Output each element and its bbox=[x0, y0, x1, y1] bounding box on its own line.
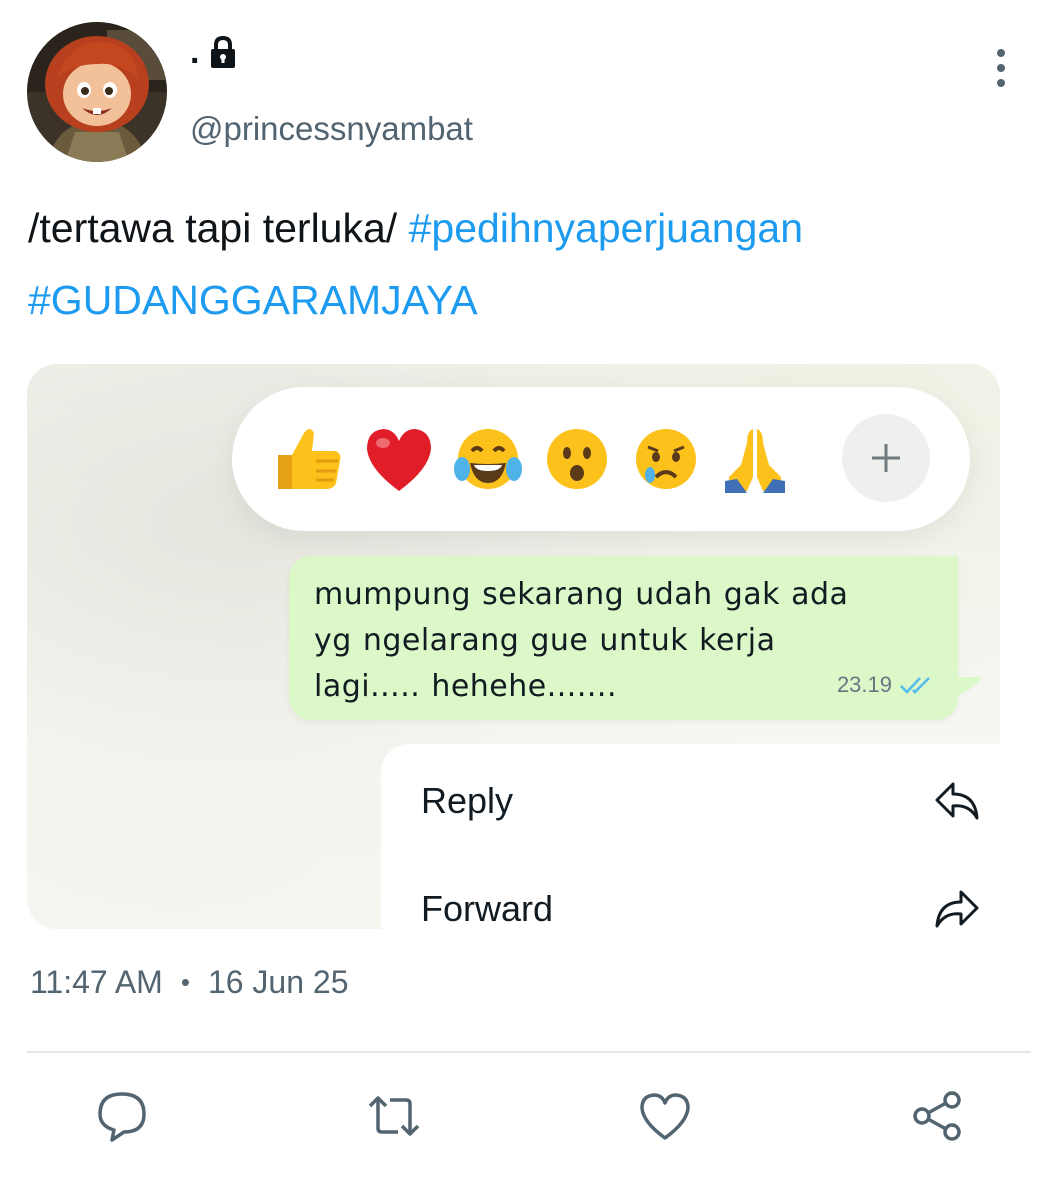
tweet-time: 11:47 AM bbox=[30, 964, 163, 1000]
plus-icon bbox=[872, 444, 900, 472]
tweet-text: /tertawa tapi terluka/ #pedihnyaperjuang… bbox=[28, 192, 1028, 336]
thumbs-up-icon[interactable] bbox=[266, 417, 350, 501]
forward-icon bbox=[935, 890, 979, 928]
red-heart-icon[interactable] bbox=[357, 417, 441, 501]
separator-dot: • bbox=[180, 967, 190, 997]
retweet-icon bbox=[368, 1096, 420, 1136]
username-handle[interactable]: @princessnyambat bbox=[190, 112, 473, 145]
folded-hands-icon[interactable] bbox=[713, 417, 797, 501]
hashtag-link[interactable]: #pedihnyaperjuangan bbox=[409, 205, 803, 251]
share-button[interactable] bbox=[910, 1088, 966, 1144]
tweet-body-text: /tertawa tapi terluka/ bbox=[28, 205, 398, 251]
divider bbox=[27, 1051, 1031, 1053]
tears-of-joy-icon[interactable] bbox=[446, 417, 530, 501]
crying-face-icon[interactable] bbox=[624, 417, 708, 501]
lock-icon bbox=[205, 34, 241, 70]
reply-button[interactable] bbox=[94, 1088, 150, 1144]
hashtag-link[interactable]: #GUDANGGARAMJAYA bbox=[28, 277, 478, 323]
message-line: mumpung sekarang udah gak ada bbox=[314, 577, 849, 612]
reply-icon bbox=[98, 1092, 146, 1142]
message-context-menu: Reply Forward bbox=[381, 744, 1000, 929]
message-bubble[interactable]: mumpung sekarang udah gak ada yg ngelara… bbox=[289, 556, 958, 720]
retweet-button[interactable] bbox=[366, 1088, 422, 1144]
add-reaction-button[interactable] bbox=[842, 414, 930, 502]
more-options-button[interactable] bbox=[985, 46, 1017, 90]
message-line: yg ngelarang gue untuk kerja bbox=[314, 623, 776, 658]
surprised-face-icon[interactable] bbox=[535, 417, 619, 501]
reaction-picker bbox=[232, 387, 970, 531]
double-check-icon bbox=[900, 677, 930, 694]
avatar-image bbox=[27, 22, 167, 162]
menu-item-reply[interactable]: Reply bbox=[381, 760, 1000, 840]
menu-item-label: Forward bbox=[421, 888, 554, 929]
message-meta: 23.19 bbox=[837, 672, 938, 698]
menu-item-forward[interactable]: Forward bbox=[381, 868, 1000, 929]
tweet-media-image[interactable]: mumpung sekarang udah gak ada yg ngelara… bbox=[27, 364, 1000, 929]
more-vertical-icon bbox=[997, 49, 1005, 87]
avatar[interactable] bbox=[27, 22, 167, 162]
heart-icon bbox=[640, 1093, 690, 1140]
bubble-tail bbox=[956, 677, 982, 697]
display-name[interactable]: . bbox=[190, 34, 241, 70]
menu-item-label: Reply bbox=[421, 780, 514, 821]
share-icon bbox=[913, 1091, 961, 1141]
message-time: 23.19 bbox=[836, 672, 892, 697]
reply-icon bbox=[935, 782, 979, 820]
tweet-timestamp[interactable]: 11:47 AM • 16 Jun 25 bbox=[30, 966, 349, 998]
display-name-text: . bbox=[190, 33, 200, 71]
tweet-date: 16 Jun 25 bbox=[207, 964, 349, 1000]
like-button[interactable] bbox=[637, 1088, 693, 1144]
